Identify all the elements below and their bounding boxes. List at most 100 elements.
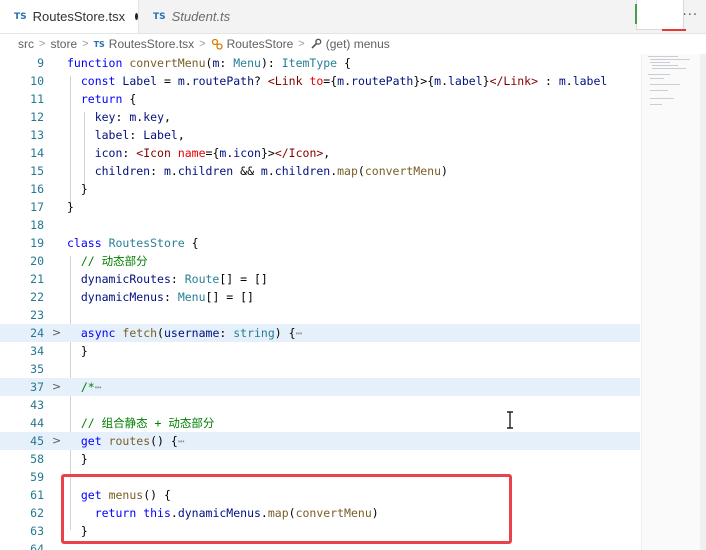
code-line: 35	[0, 360, 640, 378]
code-line: 18	[0, 216, 640, 234]
unsaved-dot-icon[interactable]	[135, 13, 138, 20]
line-number: 37	[30, 380, 44, 394]
code-text: function convertMenu(m: Menu): ItemType …	[67, 56, 351, 70]
code-line: 11 return {	[0, 90, 640, 108]
breadcrumb-item-file[interactable]: RoutesStore.tsx	[109, 37, 194, 51]
code-text: async fetch(username: string) {⋯	[80, 326, 303, 340]
fold-chevron-icon[interactable]: >	[52, 324, 64, 342]
code-line: 20 // 动态部分	[0, 252, 640, 270]
vertical-scrollbar[interactable]	[700, 54, 706, 550]
tab-student[interactable]: TS Student.ts	[139, 0, 259, 33]
folded-code-line[interactable]: 37 > /*⋯	[0, 378, 640, 396]
minimap-line	[650, 84, 680, 85]
line-number: 9	[37, 56, 44, 70]
green-edge	[635, 4, 637, 24]
line-number: 35	[30, 362, 44, 376]
code-line: 19 class RoutesStore {	[0, 234, 640, 252]
code-line: 21 dynamicRoutes: Route[] = []	[0, 270, 640, 288]
code-text: // 动态部分	[67, 252, 148, 270]
line-number: 61	[30, 488, 44, 502]
breadcrumb-item-store[interactable]: store	[50, 37, 77, 51]
line-number: 18	[30, 218, 44, 232]
editor-tab-bar: TS RoutesStore.tsx TS Student.ts ···	[0, 0, 706, 34]
minimap-line	[650, 98, 674, 99]
code-line: 34 }	[0, 342, 640, 360]
code-line: 9 function convertMenu(m: Menu): ItemType…	[0, 54, 640, 72]
code-text: get routes() {⋯	[80, 434, 185, 448]
code-line: 23	[0, 306, 640, 324]
breadcrumb-item-src[interactable]: src	[18, 37, 34, 51]
code-text: key: m.key,	[94, 110, 171, 124]
tab-routesstore[interactable]: TS RoutesStore.tsx	[0, 0, 139, 33]
code-line: 10 const Label = m.routePath? <Link to={…	[0, 72, 640, 90]
code-line: 22 dynamicMenus: Menu[] = []	[0, 288, 640, 306]
code-line: 17}	[0, 198, 640, 216]
line-number: 11	[30, 92, 44, 106]
typescript-file-icon: TS	[14, 11, 27, 22]
fold-chevron-icon[interactable]: >	[52, 378, 64, 396]
code-text: dynamicMenus: Menu[] = []	[80, 290, 254, 304]
code-text: class RoutesStore {	[67, 236, 199, 250]
line-number: 21	[30, 272, 44, 286]
typescript-file-icon: TS	[93, 39, 105, 49]
code-text: }	[67, 344, 88, 358]
more-actions-icon[interactable]: ···	[683, 8, 698, 23]
line-number: 59	[30, 470, 44, 484]
code-text: }	[67, 200, 74, 214]
code-text: label: Label,	[94, 128, 185, 142]
line-number: 44	[30, 416, 44, 430]
collapsed-ellipsis-icon[interactable]: ⋯	[178, 434, 185, 448]
code-text: children: m.children && m.children.map(c…	[94, 164, 448, 178]
line-number: 17	[30, 200, 44, 214]
line-number: 10	[30, 74, 44, 88]
fold-chevron-icon[interactable]: >	[52, 432, 64, 450]
chevron-right-icon: >	[199, 38, 206, 50]
minimap-line	[648, 56, 678, 57]
breadcrumb: src > store > TS RoutesStore.tsx > Route…	[0, 34, 706, 54]
line-number: 20	[30, 254, 44, 268]
code-line: 43	[0, 396, 640, 414]
typescript-file-icon: TS	[153, 11, 166, 22]
code-text: // 组合静态 + 动态部分	[67, 414, 215, 432]
line-number: 34	[30, 344, 44, 358]
minimap-line	[652, 68, 686, 69]
minimap-line	[650, 104, 662, 105]
line-number: 19	[30, 236, 44, 250]
folded-code-line[interactable]: 24 > async fetch(username: string) {⋯	[0, 324, 640, 342]
class-symbol-icon	[211, 38, 223, 50]
comment-combine: // 组合静态 + 动态部分	[80, 416, 215, 430]
minimap-line	[650, 90, 668, 91]
line-number: 24	[30, 326, 44, 340]
code-text: }	[67, 452, 88, 466]
folded-code-line[interactable]: 45 > get routes() {⋯	[0, 432, 640, 450]
minimap[interactable]	[641, 54, 700, 550]
collapsed-ellipsis-icon[interactable]: ⋯	[296, 326, 303, 340]
code-line: 15 children: m.children && m.children.ma…	[0, 162, 640, 180]
wrench-property-icon	[310, 38, 322, 50]
code-text: /*⋯	[80, 380, 102, 394]
line-number: 43	[30, 398, 44, 412]
minimap-line	[650, 78, 664, 79]
line-number: 22	[30, 290, 44, 304]
minimap-line	[650, 62, 670, 63]
line-number: 16	[30, 182, 44, 196]
breadcrumb-item-class[interactable]: RoutesStore	[227, 37, 294, 51]
overlay-preview-box	[635, 0, 686, 31]
chevron-right-icon: >	[39, 38, 46, 50]
collapsed-ellipsis-icon[interactable]: ⋯	[95, 380, 102, 394]
text-cursor-icon	[505, 411, 515, 429]
code-line: 44 // 组合静态 + 动态部分	[0, 414, 640, 432]
line-number: 63	[30, 524, 44, 538]
code-line: 58 }	[0, 450, 640, 468]
line-number: 14	[30, 146, 44, 160]
comment-dynamic-part: // 动态部分	[80, 254, 148, 268]
breadcrumb-item-member[interactable]: (get) menus	[326, 37, 390, 51]
line-number: 62	[30, 506, 44, 520]
minimap-line	[648, 74, 670, 75]
minimap-line	[652, 65, 678, 66]
code-line: 13 label: Label,	[0, 126, 640, 144]
code-line: 12 key: m.key,	[0, 108, 640, 126]
line-number: 12	[30, 110, 44, 124]
line-number: 58	[30, 452, 44, 466]
code-text: icon: <Icon name={m.icon}></Icon>,	[94, 146, 331, 160]
